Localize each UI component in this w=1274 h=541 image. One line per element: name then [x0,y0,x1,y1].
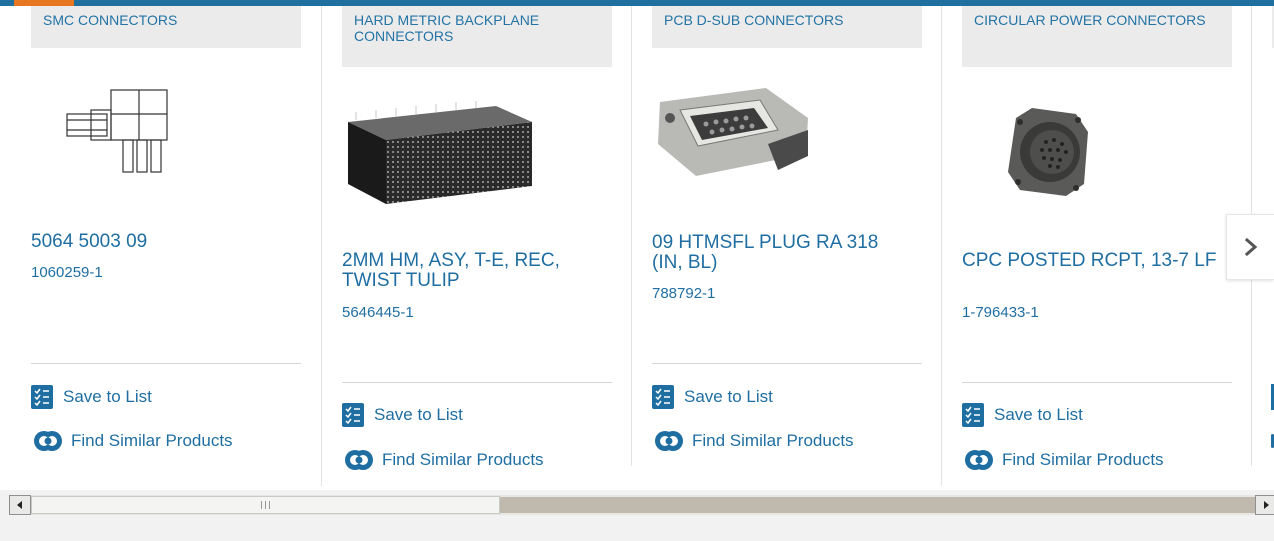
scroll-right-button[interactable] [1255,495,1274,515]
find-similar-label: Find Similar Products [71,431,233,450]
grip-icon [261,501,270,509]
card-separator [962,382,1232,383]
product-name-link[interactable]: 5064 5003 09 [31,232,291,252]
card-divider [321,6,322,486]
product-image[interactable] [346,100,536,206]
card-divider [631,6,632,466]
find-similar-label: Find Similar Products [692,431,854,450]
checklist-icon [652,385,674,409]
arrow-left-icon [17,501,22,509]
save-to-list-label: Save to List [684,387,773,406]
find-similar-icon [34,431,62,451]
checklist-icon [962,403,984,427]
find-similar-icon [965,450,993,470]
product-name-link[interactable]: CPC POSTED RCPT, 13-7 LF [962,251,1222,271]
card-divider [941,6,942,486]
category-label[interactable]: HARD METRIC BACKPLANE CONNECTORS [342,6,612,67]
product-image[interactable] [53,84,173,176]
part-number[interactable]: 5646445-1 [342,304,414,322]
find-similar-icon [345,450,373,470]
product-name-link[interactable]: 2MM HM, ASY, T-E, REC, TWIST TULIP [342,251,602,291]
save-to-list-button[interactable]: Save to List [652,385,773,409]
product-carousel: SMC CONNECTORS 5064 5003 09 1060259-1 Sa… [0,0,1274,490]
checklist-icon [31,385,53,409]
save-to-list-label: Save to List [994,405,1083,424]
scroll-left-button[interactable] [9,495,31,515]
save-to-list-button[interactable]: Save to List [342,403,463,427]
category-label[interactable]: CIRCULAR POWER CONNECTORS [962,6,1232,67]
product-image[interactable] [656,84,810,180]
carousel-next-button[interactable] [1226,214,1274,280]
find-similar-button[interactable]: Find Similar Products [31,428,233,454]
find-similar-button[interactable]: Find Similar Products [652,428,854,454]
checklist-icon [342,403,364,427]
card-separator [31,363,301,364]
find-similar-icon [655,431,683,451]
save-to-list-button[interactable]: Save to List [962,403,1083,427]
save-to-list-label: Save to List [63,387,152,406]
product-name-link[interactable]: 09 HTMSFL PLUG RA 318 (IN, BL) [652,233,912,273]
chevron-right-icon [1244,237,1257,257]
category-label[interactable]: SMC CONNECTORS [31,6,301,48]
horizontal-scrollbar[interactable] [9,495,1274,515]
product-image[interactable] [1006,106,1090,198]
arrow-right-icon [1264,501,1269,509]
card-separator [342,382,612,383]
save-to-list-label: Save to List [374,405,463,424]
part-number[interactable]: 1-796433-1 [962,304,1039,322]
find-similar-button[interactable]: Find Similar Products [962,447,1164,473]
save-to-list-button[interactable]: Save to List [31,385,152,409]
find-similar-button[interactable]: Find Similar Products [342,447,544,473]
part-number[interactable]: 788792-1 [652,285,715,303]
scrollbar-thumb[interactable] [31,496,500,514]
card-separator [652,363,922,364]
category-label[interactable]: PCB D-SUB CONNECTORS [652,6,922,48]
find-similar-label: Find Similar Products [1002,450,1164,469]
find-similar-label: Find Similar Products [382,450,544,469]
part-number[interactable]: 1060259-1 [31,264,103,282]
